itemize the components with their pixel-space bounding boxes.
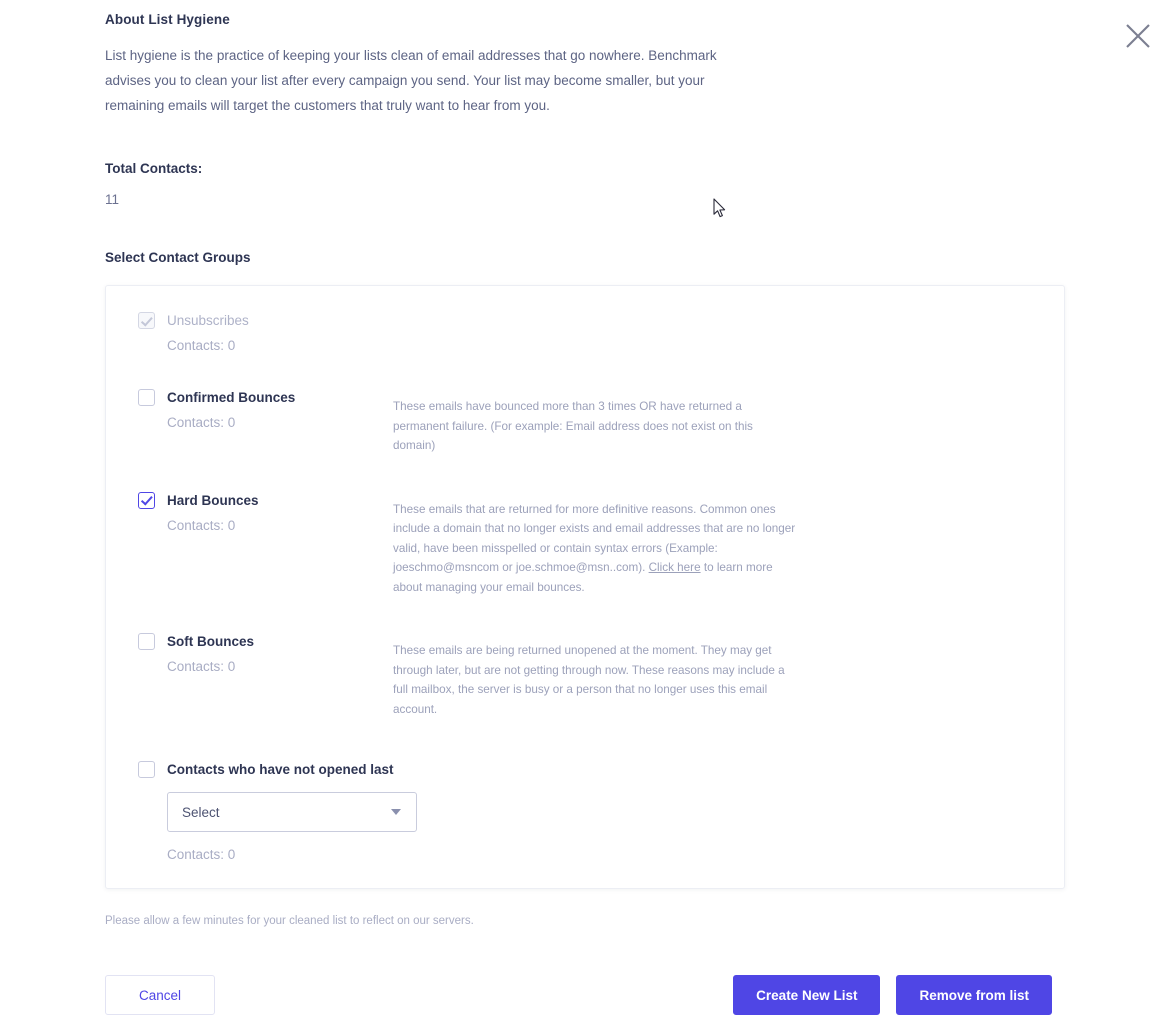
group-desc-soft-bounces: These emails are being returned unopened…	[393, 644, 785, 716]
group-count-soft-bounces: Contacts: 0	[167, 659, 236, 674]
group-row-unsubscribes: Unsubscribes Contacts: 0	[106, 312, 1064, 353]
group-count-unsubscribes: Contacts: 0	[167, 338, 236, 353]
group-row-hard-bounces: Hard Bounces Contacts: 0 These emails th…	[106, 491, 1064, 598]
group-left-unsubscribes: Unsubscribes Contacts: 0	[138, 312, 393, 353]
group-head-confirmed-bounces: Confirmed Bounces	[138, 389, 393, 406]
group-head-soft-bounces: Soft Bounces	[138, 633, 393, 650]
group-label-unsubscribes: Unsubscribes	[167, 313, 249, 328]
group-count-not-opened: Contacts: 0	[167, 847, 236, 862]
total-contacts-value: 11	[105, 192, 120, 207]
group-head-unsubscribes: Unsubscribes	[138, 312, 393, 329]
select-contact-groups-title: Select Contact Groups	[105, 250, 251, 265]
group-label-soft-bounces: Soft Bounces	[167, 634, 255, 649]
footer-note: Please allow a few minutes for your clea…	[105, 915, 474, 927]
group-label-not-opened: Contacts who have not opened last	[167, 762, 394, 777]
group-desc-hard-bounces: These emails that are returned for more …	[393, 492, 798, 598]
checkbox-unsubscribes	[138, 312, 155, 329]
not-opened-period-select[interactable]: Select	[167, 792, 417, 832]
group-row-not-opened: Contacts who have not opened last Select…	[106, 761, 1064, 862]
intro-description: List hygiene is the practice of keeping …	[105, 48, 717, 113]
contact-groups-card: Unsubscribes Contacts: 0 Confirmed Bounc…	[105, 285, 1065, 889]
click-here-link[interactable]: Click here	[649, 561, 701, 574]
checkbox-not-opened[interactable]	[138, 761, 155, 778]
close-dialog-button[interactable]	[1120, 18, 1156, 54]
select-value[interactable]: Select	[167, 792, 417, 832]
create-new-list-button[interactable]: Create New List	[733, 975, 881, 1015]
remove-from-list-button[interactable]: Remove from list	[896, 975, 1052, 1015]
group-row-confirmed-bounces: Confirmed Bounces Contacts: 0 These emai…	[106, 389, 1064, 456]
total-contacts-label: Total Contacts:	[105, 161, 203, 176]
checkbox-confirmed-bounces[interactable]	[138, 389, 155, 406]
group-count-hard-bounces: Contacts: 0	[167, 517, 236, 533]
checkbox-soft-bounces[interactable]	[138, 633, 155, 650]
close-icon	[1124, 22, 1152, 50]
group-count-confirmed-bounces: Contacts: 0	[167, 415, 236, 430]
group-desc-confirmed-bounces: These emails have bounced more than 3 ti…	[393, 400, 753, 452]
group-left-hard-bounces: Hard Bounces Contacts: 0	[138, 491, 393, 533]
group-left-not-opened: Contacts who have not opened last Select…	[138, 761, 558, 862]
checkbox-hard-bounces[interactable]	[138, 491, 155, 509]
group-left-confirmed-bounces: Confirmed Bounces Contacts: 0	[138, 389, 393, 430]
group-row-soft-bounces: Soft Bounces Contacts: 0 These emails ar…	[106, 633, 1064, 719]
group-label-hard-bounces: Hard Bounces	[167, 492, 259, 508]
group-head-not-opened: Contacts who have not opened last	[138, 761, 558, 778]
page-title: About List Hygiene	[105, 12, 230, 27]
group-head-hard-bounces: Hard Bounces	[138, 491, 393, 509]
group-label-confirmed-bounces: Confirmed Bounces	[167, 390, 296, 405]
cancel-button[interactable]: Cancel	[105, 975, 215, 1015]
group-left-soft-bounces: Soft Bounces Contacts: 0	[138, 633, 393, 674]
list-hygiene-dialog: About List Hygiene List hygiene is the p…	[105, 0, 1065, 1015]
dialog-actions: Cancel Create New List Remove from list	[105, 975, 1052, 1015]
